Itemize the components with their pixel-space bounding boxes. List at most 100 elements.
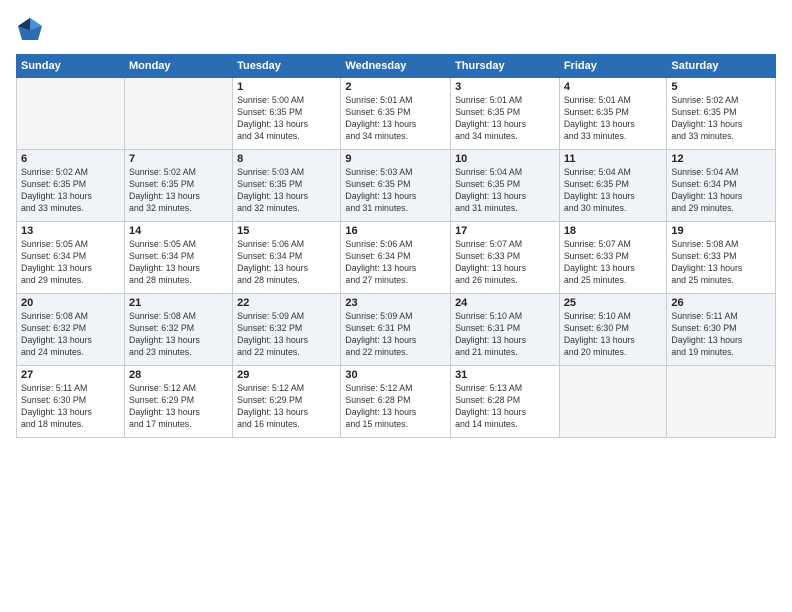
logo bbox=[16, 16, 48, 44]
day-number: 5 bbox=[671, 81, 771, 93]
calendar-cell: 25Sunrise: 5:10 AM Sunset: 6:30 PM Dayli… bbox=[559, 294, 667, 366]
day-info: Sunrise: 5:05 AM Sunset: 6:34 PM Dayligh… bbox=[21, 239, 120, 287]
day-info: Sunrise: 5:00 AM Sunset: 6:35 PM Dayligh… bbox=[237, 95, 336, 143]
page: SundayMondayTuesdayWednesdayThursdayFrid… bbox=[0, 0, 792, 612]
calendar-cell: 21Sunrise: 5:08 AM Sunset: 6:32 PM Dayli… bbox=[124, 294, 232, 366]
weekday-saturday: Saturday bbox=[667, 55, 776, 78]
calendar-cell: 3Sunrise: 5:01 AM Sunset: 6:35 PM Daylig… bbox=[451, 78, 560, 150]
day-info: Sunrise: 5:08 AM Sunset: 6:33 PM Dayligh… bbox=[671, 239, 771, 287]
day-info: Sunrise: 5:10 AM Sunset: 6:31 PM Dayligh… bbox=[455, 311, 555, 359]
calendar-cell: 18Sunrise: 5:07 AM Sunset: 6:33 PM Dayli… bbox=[559, 222, 667, 294]
day-number: 22 bbox=[237, 297, 336, 309]
day-info: Sunrise: 5:12 AM Sunset: 6:29 PM Dayligh… bbox=[129, 383, 228, 431]
calendar-cell: 9Sunrise: 5:03 AM Sunset: 6:35 PM Daylig… bbox=[341, 150, 451, 222]
header bbox=[16, 16, 776, 44]
calendar-cell: 5 Sunrise: 5:02 AM Sunset: 6:35 PM Daylig… bbox=[667, 78, 776, 150]
day-number: 15 bbox=[237, 225, 336, 237]
day-number: 8 bbox=[237, 153, 336, 165]
calendar-cell bbox=[124, 78, 232, 150]
weekday-monday: Monday bbox=[124, 55, 232, 78]
day-info: Sunrise: 5:09 AM Sunset: 6:32 PM Dayligh… bbox=[237, 311, 336, 359]
calendar-cell: 2 Sunrise: 5:01 AM Sunset: 6:35 PM Daylig… bbox=[341, 78, 451, 150]
day-number: 28 bbox=[129, 369, 228, 381]
day-info: Sunrise: 5:05 AM Sunset: 6:34 PM Dayligh… bbox=[129, 239, 228, 287]
weekday-wednesday: Wednesday bbox=[341, 55, 451, 78]
day-info: Sunrise: 5:01 AM Sunset: 6:35 PM Dayligh… bbox=[345, 95, 446, 143]
day-number: 2 bbox=[345, 81, 446, 93]
week-row-2: 6 Sunrise: 5:02 AM Sunset: 6:35 PM Daylig… bbox=[17, 150, 776, 222]
calendar-cell: 29 Sunrise: 5:12 AM Sunset: 6:29 PM Dayli… bbox=[233, 366, 341, 438]
weekday-tuesday: Tuesday bbox=[233, 55, 341, 78]
calendar-cell: 22 Sunrise: 5:09 AM Sunset: 6:32 PM Dayli… bbox=[233, 294, 341, 366]
day-number: 9 bbox=[345, 153, 446, 165]
calendar-cell bbox=[17, 78, 125, 150]
day-number: 26 bbox=[671, 297, 771, 309]
day-info: Sunrise: 5:06 AM Sunset: 6:34 PM Dayligh… bbox=[345, 239, 446, 287]
day-number: 29 bbox=[237, 369, 336, 381]
day-info: Sunrise: 5:03 AM Sunset: 6:35 PM Dayligh… bbox=[237, 167, 336, 215]
day-number: 17 bbox=[455, 225, 555, 237]
week-row-3: 13 Sunrise: 5:05 AM Sunset: 6:34 PM Dayli… bbox=[17, 222, 776, 294]
day-info: Sunrise: 5:10 AM Sunset: 6:30 PM Dayligh… bbox=[564, 311, 663, 359]
weekday-sunday: Sunday bbox=[17, 55, 125, 78]
week-row-4: 20 Sunrise: 5:08 AM Sunset: 6:32 PM Dayli… bbox=[17, 294, 776, 366]
day-number: 18 bbox=[564, 225, 663, 237]
day-info: Sunrise: 5:01 AM Sunset: 6:35 PM Dayligh… bbox=[564, 95, 663, 143]
day-number: 31 bbox=[455, 369, 555, 381]
calendar-cell: 8 Sunrise: 5:03 AM Sunset: 6:35 PM Daylig… bbox=[233, 150, 341, 222]
calendar-cell: 12 Sunrise: 5:04 AM Sunset: 6:34 PM Dayli… bbox=[667, 150, 776, 222]
day-number: 13 bbox=[21, 225, 120, 237]
calendar-cell: 24 Sunrise: 5:10 AM Sunset: 6:31 PM Dayli… bbox=[451, 294, 560, 366]
week-row-5: 27Sunrise: 5:11 AM Sunset: 6:30 PM Dayli… bbox=[17, 366, 776, 438]
day-number: 14 bbox=[129, 225, 228, 237]
day-info: Sunrise: 5:12 AM Sunset: 6:29 PM Dayligh… bbox=[237, 383, 336, 431]
day-info: Sunrise: 5:08 AM Sunset: 6:32 PM Dayligh… bbox=[21, 311, 120, 359]
calendar-cell: 27Sunrise: 5:11 AM Sunset: 6:30 PM Dayli… bbox=[17, 366, 125, 438]
day-info: Sunrise: 5:04 AM Sunset: 6:35 PM Dayligh… bbox=[455, 167, 555, 215]
calendar-cell: 17 Sunrise: 5:07 AM Sunset: 6:33 PM Dayli… bbox=[451, 222, 560, 294]
day-info: Sunrise: 5:13 AM Sunset: 6:28 PM Dayligh… bbox=[455, 383, 555, 431]
logo-icon bbox=[16, 16, 44, 44]
day-info: Sunrise: 5:02 AM Sunset: 6:35 PM Dayligh… bbox=[21, 167, 120, 215]
day-info: Sunrise: 5:04 AM Sunset: 6:35 PM Dayligh… bbox=[564, 167, 663, 215]
day-number: 1 bbox=[237, 81, 336, 93]
calendar-cell: 28 Sunrise: 5:12 AM Sunset: 6:29 PM Dayli… bbox=[124, 366, 232, 438]
day-number: 20 bbox=[21, 297, 120, 309]
day-number: 24 bbox=[455, 297, 555, 309]
week-row-1: 1 Sunrise: 5:00 AM Sunset: 6:35 PM Daylig… bbox=[17, 78, 776, 150]
calendar-cell: 15 Sunrise: 5:06 AM Sunset: 6:34 PM Dayli… bbox=[233, 222, 341, 294]
day-number: 19 bbox=[671, 225, 771, 237]
day-info: Sunrise: 5:04 AM Sunset: 6:34 PM Dayligh… bbox=[671, 167, 771, 215]
calendar-cell: 4 Sunrise: 5:01 AM Sunset: 6:35 PM Daylig… bbox=[559, 78, 667, 150]
day-info: Sunrise: 5:09 AM Sunset: 6:31 PM Dayligh… bbox=[345, 311, 446, 359]
calendar-cell: 14 Sunrise: 5:05 AM Sunset: 6:34 PM Dayli… bbox=[124, 222, 232, 294]
calendar-cell: 16 Sunrise: 5:06 AM Sunset: 6:34 PM Dayli… bbox=[341, 222, 451, 294]
calendar-cell: 31 Sunrise: 5:13 AM Sunset: 6:28 PM Dayli… bbox=[451, 366, 560, 438]
day-number: 16 bbox=[345, 225, 446, 237]
calendar-cell: 13 Sunrise: 5:05 AM Sunset: 6:34 PM Dayli… bbox=[17, 222, 125, 294]
calendar-cell: 6 Sunrise: 5:02 AM Sunset: 6:35 PM Daylig… bbox=[17, 150, 125, 222]
calendar-cell: 23 Sunrise: 5:09 AM Sunset: 6:31 PM Dayli… bbox=[341, 294, 451, 366]
day-number: 4 bbox=[564, 81, 663, 93]
weekday-header-row: SundayMondayTuesdayWednesdayThursdayFrid… bbox=[17, 55, 776, 78]
day-info: Sunrise: 5:01 AM Sunset: 6:35 PM Dayligh… bbox=[455, 95, 555, 143]
day-info: Sunrise: 5:11 AM Sunset: 6:30 PM Dayligh… bbox=[21, 383, 120, 431]
calendar-cell: 19 Sunrise: 5:08 AM Sunset: 6:33 PM Dayli… bbox=[667, 222, 776, 294]
calendar-cell: 11Sunrise: 5:04 AM Sunset: 6:35 PM Dayli… bbox=[559, 150, 667, 222]
calendar-table: SundayMondayTuesdayWednesdayThursdayFrid… bbox=[16, 54, 776, 438]
day-number: 10 bbox=[455, 153, 555, 165]
calendar-cell: 1 Sunrise: 5:00 AM Sunset: 6:35 PM Daylig… bbox=[233, 78, 341, 150]
weekday-friday: Friday bbox=[559, 55, 667, 78]
calendar-cell: 30Sunrise: 5:12 AM Sunset: 6:28 PM Dayli… bbox=[341, 366, 451, 438]
calendar-cell bbox=[559, 366, 667, 438]
calendar-cell: 26 Sunrise: 5:11 AM Sunset: 6:30 PM Dayli… bbox=[667, 294, 776, 366]
day-info: Sunrise: 5:06 AM Sunset: 6:34 PM Dayligh… bbox=[237, 239, 336, 287]
day-info: Sunrise: 5:07 AM Sunset: 6:33 PM Dayligh… bbox=[455, 239, 555, 287]
weekday-thursday: Thursday bbox=[451, 55, 560, 78]
day-number: 23 bbox=[345, 297, 446, 309]
calendar-cell: 20 Sunrise: 5:08 AM Sunset: 6:32 PM Dayli… bbox=[17, 294, 125, 366]
day-number: 12 bbox=[671, 153, 771, 165]
day-info: Sunrise: 5:11 AM Sunset: 6:30 PM Dayligh… bbox=[671, 311, 771, 359]
day-number: 6 bbox=[21, 153, 120, 165]
day-info: Sunrise: 5:02 AM Sunset: 6:35 PM Dayligh… bbox=[671, 95, 771, 143]
